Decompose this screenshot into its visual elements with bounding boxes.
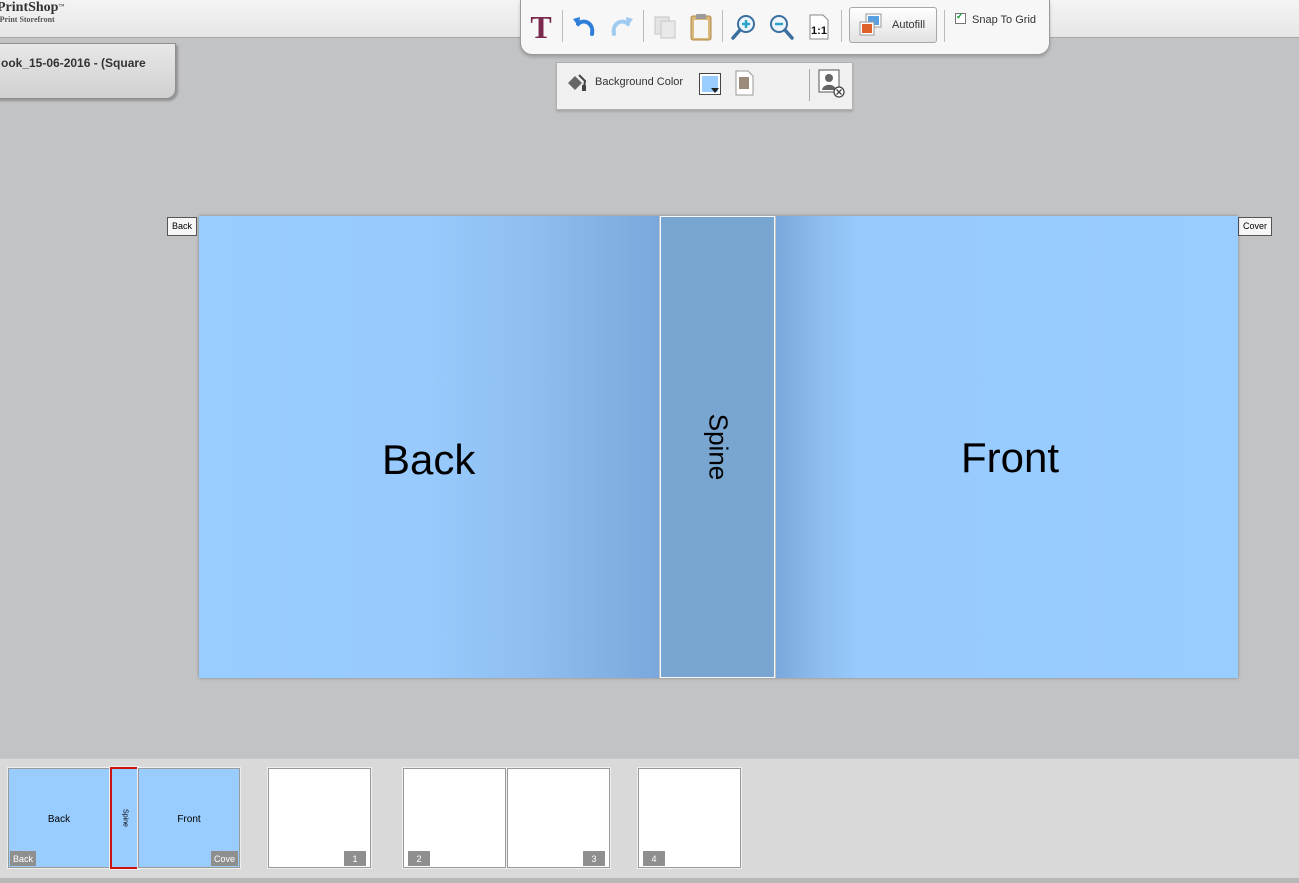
thumbnail-page-3[interactable]: 3 bbox=[507, 768, 610, 868]
thumbnail-back-cover[interactable]: Back Back bbox=[8, 768, 110, 868]
page-number-badge: 2 bbox=[408, 851, 430, 866]
toolbar-separator bbox=[809, 69, 810, 101]
thumbnail-page-1[interactable]: 1 bbox=[268, 768, 371, 868]
copy-button[interactable] bbox=[650, 10, 680, 44]
thumbnail-label: Spine bbox=[121, 809, 129, 827]
copy-icon bbox=[654, 16, 676, 39]
zoom-in-button[interactable] bbox=[729, 10, 759, 44]
text-tool-button[interactable]: T bbox=[526, 10, 556, 44]
snap-to-grid-label: Snap To Grid bbox=[972, 14, 1037, 26]
cover-page-tag[interactable]: Cover bbox=[1238, 217, 1273, 236]
page-number-badge: 4 bbox=[643, 851, 665, 866]
page-number-badge: 1 bbox=[344, 851, 366, 866]
remove-image-icon bbox=[818, 69, 845, 98]
logo-trademark: ™ bbox=[58, 4, 65, 10]
document-title: ook_15-06-2016 - (Square bbox=[1, 56, 146, 70]
redo-icon bbox=[611, 17, 633, 36]
app-logo: PrintShop™ -Print Storefront bbox=[0, 0, 64, 24]
cover-spread: Back Spine Front bbox=[199, 216, 1238, 678]
toolbar-separator bbox=[643, 10, 644, 42]
clipboard-icon bbox=[690, 14, 712, 41]
page-number-badge: 3 bbox=[583, 851, 605, 866]
autofill-icon bbox=[859, 13, 882, 36]
undo-icon bbox=[573, 17, 595, 36]
strip-scrollbar[interactable] bbox=[0, 878, 1299, 883]
paint-bucket-icon bbox=[568, 74, 587, 91]
autofill-label: Autofill bbox=[892, 19, 926, 31]
spine-page[interactable]: Spine bbox=[660, 216, 775, 678]
paste-button[interactable] bbox=[686, 10, 716, 44]
logo-text: PrintShop bbox=[0, 0, 59, 15]
spine-page-label: Spine bbox=[703, 413, 734, 481]
snap-to-grid-toggle[interactable]: Snap To Grid bbox=[955, 11, 1037, 26]
chevron-down-icon bbox=[711, 88, 719, 93]
remove-image-button[interactable] bbox=[817, 68, 847, 100]
redo-button[interactable] bbox=[607, 10, 637, 44]
thumbnail-label: Front bbox=[177, 814, 201, 825]
toolbar-separator bbox=[562, 10, 563, 42]
thumbnail-front-cover[interactable]: Front Cove bbox=[138, 768, 240, 868]
page-badge: Back bbox=[10, 851, 37, 866]
actual-size-label: 1:1 bbox=[811, 25, 827, 37]
back-page-label: Back bbox=[382, 436, 476, 483]
toolbar-separator bbox=[841, 10, 842, 42]
back-cover-page[interactable]: Back bbox=[199, 216, 659, 678]
background-color-swatch[interactable] bbox=[699, 73, 721, 95]
autofill-button[interactable]: Autofill bbox=[849, 7, 937, 43]
thumbnail-page-4[interactable]: 4 bbox=[638, 768, 741, 868]
zoom-out-button[interactable] bbox=[766, 10, 796, 44]
snap-to-grid-checkbox[interactable] bbox=[955, 11, 966, 24]
toolbar-separator bbox=[722, 10, 723, 42]
thumbnail-page-2[interactable]: 2 bbox=[403, 768, 506, 868]
front-cover-page[interactable]: Front bbox=[776, 216, 1238, 678]
background-color-label: Background Color bbox=[595, 76, 684, 88]
zoom-in-icon bbox=[731, 15, 755, 40]
thumbnail-spine[interactable]: Spine bbox=[110, 767, 139, 869]
back-page-tag[interactable]: Back bbox=[167, 217, 198, 236]
page-thumbnail-strip: Back Back Spine Front Cove 1 2 3 4 bbox=[0, 758, 1299, 879]
thumbnail-label: Back bbox=[47, 814, 71, 825]
actual-size-button[interactable]: 1:1 bbox=[804, 10, 834, 44]
logo-subtitle: -Print Storefront bbox=[0, 15, 55, 24]
document-tab[interactable]: ook_15-06-2016 - (Square bbox=[0, 43, 176, 99]
background-toolbar: Background Color bbox=[556, 62, 853, 110]
zoom-out-icon bbox=[770, 15, 794, 40]
undo-button[interactable] bbox=[569, 10, 599, 44]
background-image-button[interactable] bbox=[733, 69, 755, 97]
toolbar-separator bbox=[944, 10, 945, 42]
main-toolbar: T 1:1 Autofill ✓ Snap To Grid bbox=[520, 0, 1050, 55]
background-image-icon bbox=[735, 70, 754, 96]
front-page-label: Front bbox=[961, 434, 1060, 481]
text-tool-icon: T bbox=[530, 9, 552, 45]
page-badge: Cove bbox=[210, 851, 238, 866]
